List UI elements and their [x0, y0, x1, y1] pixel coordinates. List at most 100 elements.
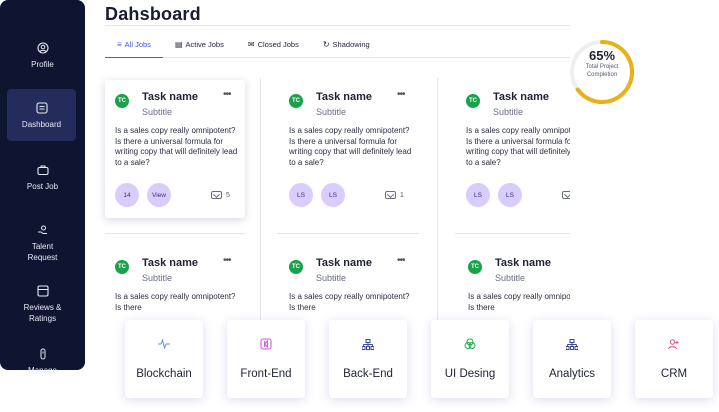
- list-icon: ≡: [117, 39, 122, 49]
- view-button[interactable]: View: [147, 183, 171, 207]
- tab-label: Active Jobs: [185, 40, 224, 49]
- company-avatar: TC: [289, 260, 303, 274]
- more-options-icon[interactable]: •••: [397, 255, 405, 266]
- category-label: Blockchain: [136, 368, 192, 380]
- more-options-icon[interactable]: •••: [223, 89, 231, 100]
- more-options-icon[interactable]: •••: [397, 89, 405, 100]
- tab-label: Shadowing: [332, 40, 370, 49]
- job-card[interactable]: TC Task name Subtitle ••• Is a sales cop…: [105, 80, 245, 218]
- tab-shadowing[interactable]: ↻ Shadowing: [311, 32, 382, 58]
- divider: [105, 25, 570, 26]
- mail-icon: ✉: [247, 40, 255, 49]
- user-add-icon: [668, 338, 680, 350]
- divider: [437, 78, 438, 338]
- hierarchy-icon: [362, 338, 374, 350]
- category-label: Front-End: [240, 368, 292, 380]
- tab-label: All Jobs: [124, 39, 151, 49]
- member-avatar[interactable]: LS: [498, 183, 522, 207]
- pulse-icon: [158, 338, 170, 350]
- message-count[interactable]: 5: [211, 191, 230, 199]
- count-badge[interactable]: 14: [115, 183, 139, 207]
- dashboard-icon: [34, 100, 50, 116]
- task-name: Task name: [316, 257, 373, 269]
- task-name: Task name: [316, 91, 373, 103]
- divider: [277, 233, 419, 234]
- member-avatar[interactable]: LS: [466, 183, 490, 207]
- tab-closed-jobs[interactable]: ✉ Closed Jobs: [236, 32, 311, 58]
- circles-icon: [464, 338, 476, 350]
- task-description: Is a sales copy really omnipotent? Is th…: [289, 126, 412, 167]
- sidebar: Profile Dashboard Post Job Talent Reques…: [0, 0, 85, 375]
- sidebar-item-reviews[interactable]: Reviews & Ratings: [0, 283, 85, 324]
- task-description: Is a sales copy really omnipotent? Is th…: [468, 292, 570, 312]
- sidebar-item-post-job[interactable]: Post Job: [0, 162, 85, 192]
- tab-active-jobs[interactable]: ▤ Active Jobs: [163, 32, 236, 58]
- category-ui-design[interactable]: UI Desing: [431, 320, 509, 398]
- briefcase-icon: [35, 162, 51, 178]
- task-subtitle: Subtitle: [493, 107, 524, 117]
- task-name: Task name: [495, 257, 552, 269]
- category-analytics[interactable]: Analytics: [533, 320, 611, 398]
- divider: [105, 233, 245, 234]
- divider: [260, 78, 261, 338]
- sidebar-item-label: Reviews & Ratings: [23, 303, 62, 323]
- category-label: Analytics: [548, 368, 596, 380]
- message-icon: [385, 191, 396, 199]
- company-avatar: TC: [115, 94, 129, 108]
- task-subtitle: Subtitle: [142, 107, 173, 117]
- category-front-end[interactable]: Front-End: [227, 320, 305, 398]
- task-subtitle: Subtitle: [316, 273, 347, 283]
- task-name: Task name: [142, 257, 199, 269]
- frontend-icon: [260, 338, 272, 350]
- progress-percent: 65%: [588, 48, 616, 63]
- task-description: Is a sales copy really omnipotent? Is th…: [115, 126, 238, 167]
- company-avatar: TC: [466, 94, 480, 108]
- sidebar-item-talent-request[interactable]: Talent Request: [0, 222, 85, 263]
- sidebar-item-label: Manage: [28, 366, 57, 375]
- company-avatar: TC: [289, 94, 303, 108]
- sidebar-item-label: Post Job: [26, 182, 59, 191]
- job-card[interactable]: TC Task name Subtitle ••• Is a sales cop…: [279, 80, 419, 218]
- category-crm[interactable]: CRM: [635, 320, 713, 398]
- page-title: Dahsboard: [105, 4, 201, 24]
- divider: [455, 233, 570, 234]
- task-name: Task name: [493, 91, 550, 103]
- member-avatar[interactable]: LS: [289, 183, 313, 207]
- task-subtitle: Subtitle: [142, 273, 173, 283]
- message-count[interactable]: [562, 191, 570, 199]
- sidebar-item-profile[interactable]: Profile: [0, 40, 85, 70]
- sidebar-item-dashboard[interactable]: Dashboard: [7, 89, 76, 141]
- hand-icon: [35, 222, 51, 238]
- category-label: CRM: [660, 368, 688, 380]
- category-back-end[interactable]: Back-End: [329, 320, 407, 398]
- task-name: Task name: [142, 91, 199, 103]
- reviews-icon: [35, 283, 51, 299]
- category-label: UI Desing: [444, 368, 496, 380]
- hierarchy-icon: [566, 338, 578, 350]
- category-blockchain[interactable]: Blockchain: [125, 320, 203, 398]
- member-avatar[interactable]: LS: [321, 183, 345, 207]
- tab-all-jobs[interactable]: ≡ All Jobs: [105, 32, 163, 58]
- task-subtitle: Subtitle: [495, 273, 526, 283]
- message-count-value: 1: [400, 191, 404, 199]
- more-options-icon[interactable]: •••: [223, 255, 231, 266]
- message-count[interactable]: 1: [385, 191, 404, 199]
- sidebar-item-label: Dashboard: [21, 120, 62, 129]
- message-icon: [211, 191, 222, 199]
- sidebar-item-manage[interactable]: Manage: [0, 346, 85, 376]
- category-label: Back-End: [343, 368, 393, 380]
- company-avatar: TC: [468, 260, 482, 274]
- profile-icon: [35, 40, 51, 56]
- task-description: Is a sales copy really omnipotent? Is th…: [466, 126, 570, 167]
- progress-label: Total Project Completion: [585, 64, 619, 78]
- manage-icon: [35, 346, 51, 362]
- sidebar-item-label: Talent Request: [27, 242, 58, 262]
- job-card[interactable]: TC Task name Subtitle Is a sales copy re…: [456, 80, 570, 218]
- task-description: Is a sales copy really omnipotent? Is th…: [115, 292, 236, 312]
- refresh-icon: ↻: [322, 40, 330, 49]
- sidebar-item-label: Profile: [31, 60, 54, 69]
- tab-label: Closed Jobs: [257, 40, 299, 49]
- message-count-value: 5: [226, 191, 230, 199]
- task-description: Is a sales copy really omnipotent? Is th…: [289, 292, 410, 312]
- completion-progress: 65% Total Project Completion: [566, 36, 638, 108]
